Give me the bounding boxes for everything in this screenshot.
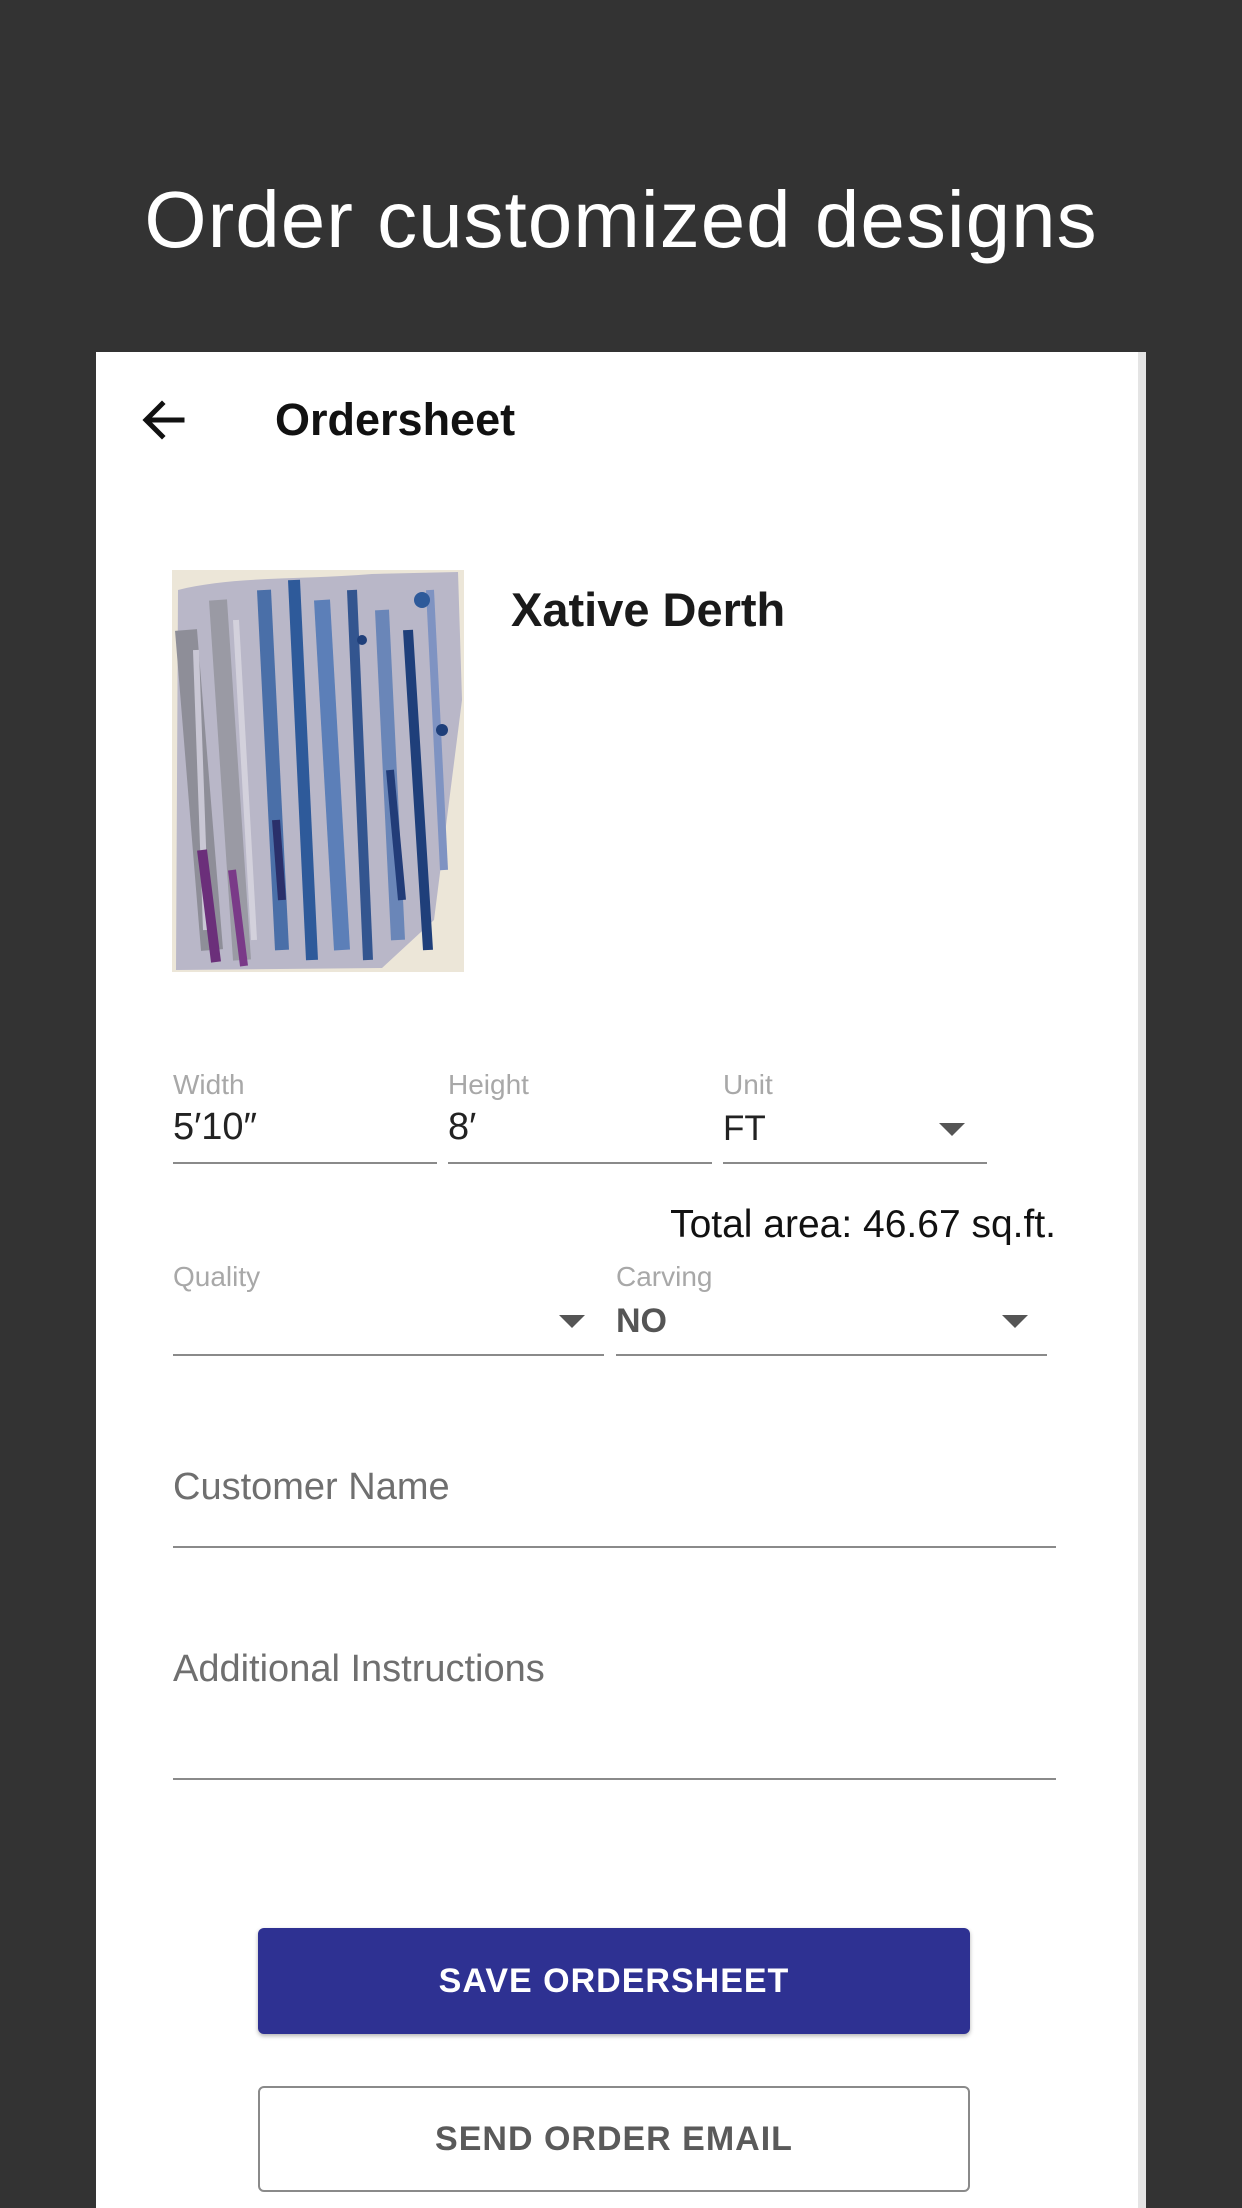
carving-value: NO [616,1302,667,1340]
width-value: 5′10″ [173,1106,257,1148]
instructions-input[interactable]: Additional Instructions [173,1646,1056,1782]
height-label: Height [448,1069,529,1100]
instructions-underline [173,1778,1056,1780]
unit-label: Unit [723,1069,773,1100]
width-field[interactable]: Width 5′10″ [173,1068,437,1164]
rug-thumbnail [172,570,464,972]
quality-select[interactable]: Quality [173,1260,604,1356]
customer-name-underline [173,1546,1056,1548]
phone-screen: Ordersheet Xative Derth Width 5′10″ Heig… [96,352,1146,2208]
customer-name-placeholder: Customer Name [173,1466,450,1508]
height-value: 8′ [448,1106,477,1148]
quality-label: Quality [173,1261,261,1292]
height-field[interactable]: Height 8′ [448,1068,712,1164]
send-order-email-button[interactable]: SEND ORDER EMAIL [258,2086,970,2192]
width-label: Width [173,1069,245,1100]
total-area: Total area: 46.67 sq.ft. [670,1203,1056,1246]
page-title: Ordersheet [275,394,516,445]
instructions-placeholder: Additional Instructions [173,1648,545,1690]
chevron-down-icon [1002,1315,1028,1328]
arrow-left-icon [142,400,185,440]
carving-select[interactable]: Carving NO [616,1260,1047,1356]
carving-underline [616,1354,1047,1356]
width-underline [173,1162,437,1164]
save-ordersheet-button[interactable]: SAVE ORDERSHEET [258,1928,970,2034]
carving-label: Carving [616,1261,713,1292]
customer-name-input[interactable]: Customer Name [173,1464,1056,1550]
unit-select[interactable]: Unit FT [723,1068,987,1164]
product-name: Xative Derth [511,583,786,636]
chevron-down-icon [939,1123,965,1136]
product-image [172,570,464,972]
screen-edge [1138,352,1146,2208]
quality-underline [173,1354,604,1356]
promo-title: Order customized designs [144,175,1098,264]
chevron-down-icon [559,1315,585,1328]
unit-underline [723,1162,987,1164]
unit-value: FT [723,1109,766,1148]
back-button[interactable] [136,392,192,448]
height-underline [448,1162,712,1164]
